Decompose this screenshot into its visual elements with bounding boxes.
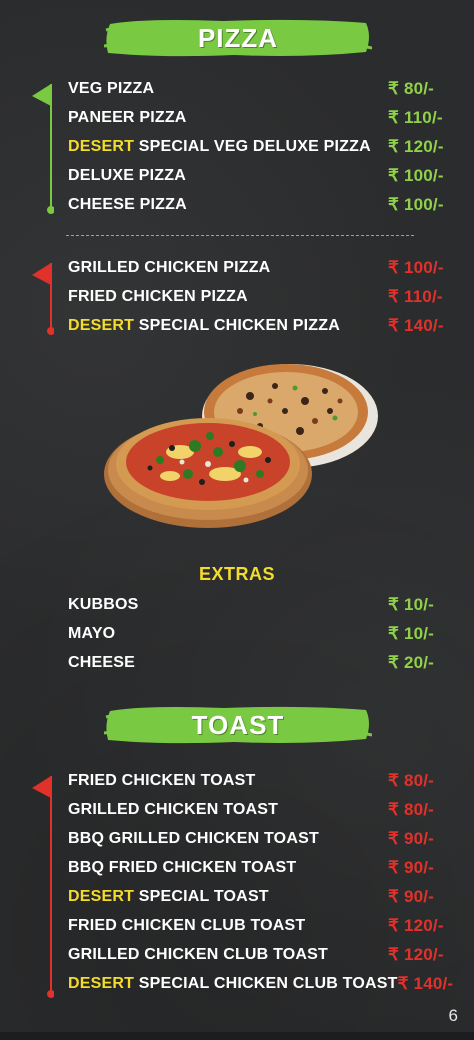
pizza-banner: PIZZA	[104, 16, 372, 60]
menu-item: GRILLED CHICKEN TOAST ₹ 80/-	[68, 797, 458, 823]
item-price: ₹ 90/-	[388, 858, 435, 877]
menu-item: BBQ FRIED CHICKEN TOAST ₹ 90/-	[68, 855, 458, 881]
menu-item: GRILLED CHICKEN CLUB TOAST ₹ 120/-	[68, 942, 458, 968]
item-name: DESERT SPECIAL CHICKEN CLUB TOAST	[68, 975, 398, 992]
menu-item: DELUXE PIZZA ₹ 100/-	[68, 163, 458, 189]
menu-item: FRIED CHICKEN PIZZA ₹ 110/-	[68, 284, 458, 310]
menu-item: DESERT SPECIAL VEG DELUXE PIZZA ₹ 120/-	[68, 134, 458, 160]
item-price: ₹ 90/-	[388, 887, 435, 906]
item-price: ₹ 20/-	[388, 653, 435, 672]
menu-item: CHEESE PIZZA ₹ 100/-	[68, 192, 458, 218]
menu-item: DESERT SPECIAL CHICKEN CLUB TOAST ₹ 140/…	[68, 971, 458, 997]
toast-section-title: TOAST	[191, 709, 285, 740]
item-name: MAYO	[68, 625, 116, 642]
item-price: ₹ 140/-	[388, 316, 444, 335]
menu-item: CHEESE ₹ 20/-	[68, 650, 458, 676]
menu-item: DESERT SPECIAL TOAST ₹ 90/-	[68, 884, 458, 910]
item-name: FRIED CHICKEN CLUB TOAST	[68, 917, 306, 934]
item-price: ₹ 100/-	[388, 258, 444, 277]
item-price: ₹ 90/-	[388, 829, 435, 848]
item-price: ₹ 10/-	[388, 624, 435, 643]
item-price: ₹ 100/-	[388, 166, 444, 185]
item-price: ₹ 120/-	[388, 137, 444, 156]
item-name: CHEESE PIZZA	[68, 196, 187, 213]
menu-item: FRIED CHICKEN TOAST ₹ 80/-	[68, 768, 458, 794]
item-price: ₹ 80/-	[388, 79, 435, 98]
page-number: 6	[448, 1006, 458, 1025]
item-name: FRIED CHICKEN TOAST	[68, 772, 256, 789]
item-name: CHEESE	[68, 654, 135, 671]
item-name: GRILLED CHICKEN PIZZA	[68, 259, 271, 276]
menu-item: MAYO ₹ 10/-	[68, 621, 458, 647]
item-name: GRILLED CHICKEN CLUB TOAST	[68, 946, 329, 963]
item-price: ₹ 120/-	[388, 916, 444, 935]
toast-banner: TOAST	[104, 703, 372, 747]
item-name: DELUXE PIZZA	[68, 167, 186, 184]
menu-item: PANEER PIZZA ₹ 110/-	[68, 105, 458, 131]
pizza-section-title: PIZZA	[197, 22, 279, 53]
bottom-bar	[0, 1032, 474, 1040]
item-price: ₹ 80/-	[388, 800, 435, 819]
item-price: ₹ 10/-	[388, 595, 435, 614]
item-name: BBQ GRILLED CHICKEN TOAST	[68, 830, 319, 847]
extras-section-title: EXTRAS	[198, 564, 275, 584]
item-price: ₹ 100/-	[388, 195, 444, 214]
pizza-image	[104, 364, 378, 528]
red-flag-icon	[32, 263, 54, 335]
item-price: ₹ 110/-	[388, 287, 443, 306]
item-name: PANEER PIZZA	[68, 109, 187, 126]
menu-item: KUBBOS ₹ 10/-	[68, 592, 458, 618]
item-name: DESERT SPECIAL TOAST	[68, 888, 269, 905]
item-price: ₹ 140/-	[397, 974, 454, 993]
item-name: FRIED CHICKEN PIZZA	[68, 288, 248, 305]
dashed-divider	[66, 235, 414, 236]
item-name: DESERT SPECIAL VEG DELUXE PIZZA	[68, 138, 371, 155]
item-name: KUBBOS	[68, 596, 139, 613]
item-name: BBQ FRIED CHICKEN TOAST	[68, 859, 297, 876]
menu-item: GRILLED CHICKEN PIZZA ₹ 100/-	[68, 255, 458, 281]
item-price: ₹ 120/-	[388, 945, 444, 964]
menu-item: FRIED CHICKEN CLUB TOAST ₹ 120/-	[68, 913, 458, 939]
item-price: ₹ 80/-	[388, 771, 435, 790]
item-price: ₹ 110/-	[388, 108, 443, 127]
menu-item: VEG PIZZA ₹ 80/-	[68, 76, 458, 102]
item-name: DESERT SPECIAL CHICKEN PIZZA	[68, 317, 341, 334]
item-name: GRILLED CHICKEN TOAST	[68, 801, 279, 818]
green-flag-icon	[32, 84, 54, 214]
menu-page: PIZZA VEG PIZZA ₹ 80/- PANEER PIZZA ₹ 11…	[0, 0, 474, 1040]
menu-item: BBQ GRILLED CHICKEN TOAST ₹ 90/-	[68, 826, 458, 852]
item-name: VEG PIZZA	[68, 80, 155, 97]
red-flag-icon	[32, 776, 54, 998]
menu-item: DESERT SPECIAL CHICKEN PIZZA ₹ 140/-	[68, 313, 458, 339]
